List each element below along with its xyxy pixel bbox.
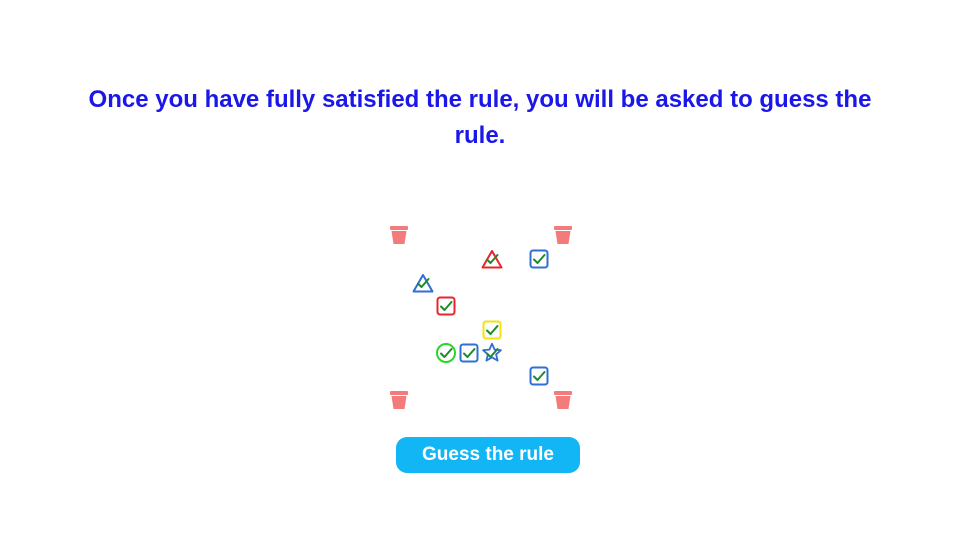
bucket-top-right[interactable]: [552, 224, 574, 246]
triangle-check-icon: [412, 274, 434, 293]
bucket-bottom-left[interactable]: [388, 389, 410, 411]
instruction-text: Once you have fully satisfied the rule, …: [88, 86, 872, 149]
piece-blue-star[interactable]: [481, 342, 503, 364]
piece-blue-square[interactable]: [528, 365, 550, 387]
bucket-icon: [554, 391, 572, 409]
piece-blue-triangle[interactable]: [412, 272, 434, 294]
rule-game-slide: Once you have fully satisfied the rule, …: [0, 0, 960, 540]
bucket-icon: [390, 391, 408, 409]
piece-green-circle[interactable]: [435, 342, 457, 364]
circle-check-icon: [436, 343, 456, 363]
piece-red-square[interactable]: [435, 295, 457, 317]
game-board: [380, 220, 580, 420]
bucket-bottom-right[interactable]: [552, 389, 574, 411]
square-check-icon: [482, 320, 502, 340]
piece-red-triangle[interactable]: [481, 248, 503, 270]
star-check-icon: [482, 342, 502, 362]
square-check-icon: [459, 343, 479, 363]
triangle-check-icon: [481, 250, 503, 269]
square-check-icon: [529, 366, 549, 386]
piece-yellow-square[interactable]: [481, 319, 503, 341]
square-check-icon: [436, 296, 456, 316]
piece-blue-square[interactable]: [528, 248, 550, 270]
square-check-icon: [529, 249, 549, 269]
piece-blue-square[interactable]: [458, 342, 480, 364]
bucket-top-left[interactable]: [388, 224, 410, 246]
bucket-icon: [390, 226, 408, 244]
guess-the-rule-button[interactable]: Guess the rule: [396, 437, 580, 473]
bucket-icon: [554, 226, 572, 244]
